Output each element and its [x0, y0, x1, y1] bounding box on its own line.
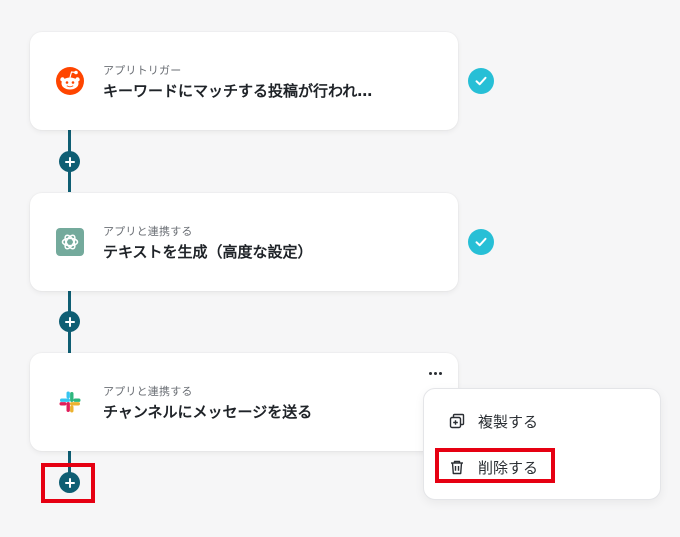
step-title: キーワードにマッチする投稿が行われ…	[103, 82, 373, 100]
step-subtitle: アプリと連携する	[103, 225, 193, 238]
step-title: テキストを生成（高度な設定）	[103, 243, 313, 261]
step-title: チャンネルにメッセージを送る	[103, 403, 313, 421]
step-subtitle: アプリと連携する	[103, 385, 193, 398]
check-icon	[468, 229, 494, 255]
slack-icon	[54, 386, 86, 418]
highlight-box-delete	[435, 448, 555, 483]
duplicate-icon	[449, 413, 465, 429]
check-icon	[468, 68, 494, 94]
step-subtitle: アプリトリガー	[103, 64, 182, 77]
more-options-button[interactable]	[423, 365, 447, 381]
add-step-button[interactable]	[59, 151, 80, 172]
highlight-box-add-button	[41, 463, 95, 503]
menu-item-duplicate[interactable]: 複製する	[449, 410, 538, 432]
plus-icon	[64, 316, 75, 327]
step-card-chatgpt[interactable]: アプリと連携する テキストを生成（高度な設定）	[30, 193, 458, 291]
reddit-icon	[54, 65, 86, 97]
more-dots-icon	[428, 371, 432, 375]
step-context-menu: 複製する 削除する	[423, 388, 661, 500]
plus-icon	[64, 156, 75, 167]
duplicate-label: 複製する	[478, 412, 539, 431]
openai-icon	[54, 226, 86, 258]
step-card-trigger[interactable]: アプリトリガー キーワードにマッチする投稿が行われ…	[30, 32, 458, 130]
add-step-button[interactable]	[59, 311, 80, 332]
step-card-slack[interactable]: アプリと連携する チャンネルにメッセージを送る	[30, 353, 458, 451]
